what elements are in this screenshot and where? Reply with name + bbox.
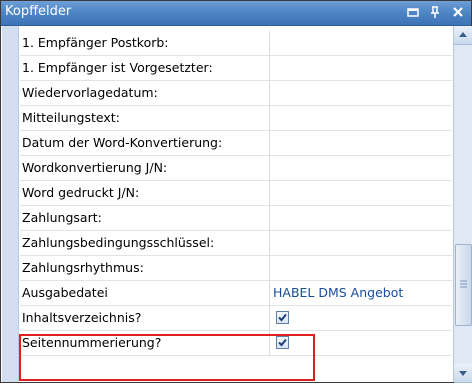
grid-row[interactable]: Mitteilungstext: [18, 106, 452, 131]
grid-row[interactable]: Datum der Word-Konvertierung: [18, 131, 452, 156]
grid-row[interactable]: Zahlungsrhythmus: [18, 256, 452, 281]
row-value-cell[interactable] [270, 106, 452, 130]
row-value-cell[interactable] [270, 31, 452, 55]
row-label: Mitteilungstext: [22, 110, 120, 125]
row-value-cell[interactable] [270, 156, 452, 180]
row-value-cell[interactable]: HABEL DMS Angebot [270, 281, 452, 305]
grid-row[interactable]: Zahlungsbedingungsschlüssel: [18, 231, 452, 256]
scroll-up-button[interactable] [454, 26, 472, 45]
panel-title: Kopffelder [5, 4, 72, 19]
row-label: Inhaltsverzeichnis? [22, 310, 142, 325]
row-value-cell[interactable] [270, 81, 452, 105]
row-value-cell[interactable] [270, 231, 452, 255]
row-value-cell[interactable] [270, 181, 452, 205]
scroll-thumb[interactable] [455, 244, 472, 326]
row-value-cell[interactable] [270, 56, 452, 80]
close-icon[interactable] [450, 4, 466, 20]
kopffelder-panel: Kopffelder 1. Empfänger Postkorb: 1. Emp… [0, 0, 472, 383]
row-label: 1. Empfänger Postkorb: [22, 35, 169, 50]
grid-row[interactable]: Word gedruckt J/N: [18, 181, 452, 206]
row-value-cell[interactable] [270, 131, 452, 155]
row-label: Zahlungsart: [22, 210, 102, 225]
pin-icon[interactable] [427, 4, 443, 20]
row-label: Datum der Word-Konvertierung: [22, 135, 223, 150]
grid-row[interactable]: Ausgabedatei HABEL DMS Angebot [18, 281, 452, 306]
grid-row-gutter [2, 26, 19, 382]
highlight-annotation [19, 334, 315, 381]
vertical-scrollbar[interactable] [453, 26, 472, 383]
row-label: Wordkonvertierung J/N: [22, 160, 168, 175]
row-value-cell[interactable] [270, 256, 452, 280]
grid-row[interactable]: Wordkonvertierung J/N: [18, 156, 452, 181]
row-label: Wiedervorlagedatum: [22, 85, 158, 100]
row-value-cell[interactable] [270, 206, 452, 230]
property-grid: 1. Empfänger Postkorb: 1. Empfänger ist … [2, 26, 452, 382]
grid-row-inhaltsverzeichnis[interactable]: Inhaltsverzeichnis? [18, 306, 452, 331]
restore-icon[interactable] [405, 4, 421, 20]
row-label: Zahlungsrhythmus: [22, 260, 144, 275]
row-label: Ausgabedatei [22, 285, 108, 300]
inhaltsverzeichnis-checkbox[interactable] [276, 311, 289, 324]
chevron-down-icon [459, 371, 467, 376]
grid-row[interactable]: Zahlungsart: [18, 206, 452, 231]
scroll-down-button[interactable] [454, 364, 472, 383]
grid-row[interactable]: 1. Empfänger ist Vorgesetzter: [18, 56, 452, 81]
ausgabedatei-value: HABEL DMS Angebot [273, 285, 404, 300]
row-label: 1. Empfänger ist Vorgesetzter: [22, 60, 213, 75]
row-label: Word gedruckt J/N: [22, 185, 140, 200]
chevron-up-icon [459, 32, 467, 37]
grid-row[interactable]: Wiedervorlagedatum: [18, 81, 452, 106]
grid-row[interactable]: 1. Empfänger Postkorb: [18, 31, 452, 56]
row-label: Zahlungsbedingungsschlüssel: [22, 235, 215, 250]
grip-icon [460, 280, 467, 288]
panel-titlebar: Kopffelder [1, 1, 471, 26]
